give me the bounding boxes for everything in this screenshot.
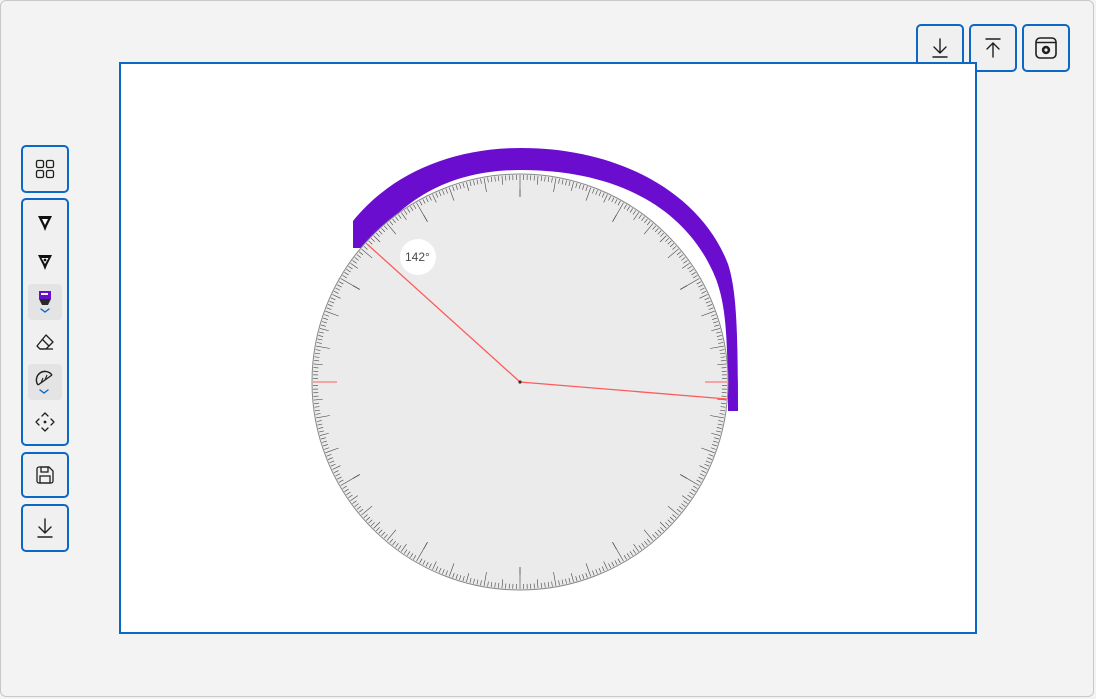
save-button[interactable]	[21, 452, 69, 498]
ink-canvas[interactable]: 142°	[119, 62, 977, 634]
ruler-icon	[35, 370, 53, 394]
eraser-tool[interactable]	[28, 325, 62, 359]
all-tools-button[interactable]	[21, 145, 69, 193]
arrow-down-to-line-icon	[932, 38, 948, 58]
protractor-drawing	[311, 148, 738, 591]
highlighter-icon	[39, 291, 51, 313]
save-icon	[36, 466, 54, 484]
ballpoint-pen-tool[interactable]	[28, 206, 62, 240]
ruler-tool[interactable]	[28, 364, 62, 400]
settings-button[interactable]	[1022, 24, 1070, 72]
pencil-icon	[38, 255, 52, 270]
pen-icon	[38, 216, 52, 231]
drawing-tools-group	[21, 198, 69, 446]
move-icon	[35, 412, 55, 432]
eraser-icon	[36, 334, 54, 350]
grid-icon	[35, 159, 55, 179]
angle-label: 142°	[405, 250, 430, 264]
gear-icon	[1035, 37, 1057, 59]
protractor-center	[518, 380, 522, 384]
highlighter-tool[interactable]	[28, 284, 62, 320]
pan-tool[interactable]	[28, 405, 62, 439]
export-button[interactable]	[21, 504, 69, 552]
arrow-up-from-line-icon	[985, 38, 1001, 58]
pencil-tool[interactable]	[28, 245, 62, 279]
arrow-down-to-line-icon	[37, 518, 53, 538]
